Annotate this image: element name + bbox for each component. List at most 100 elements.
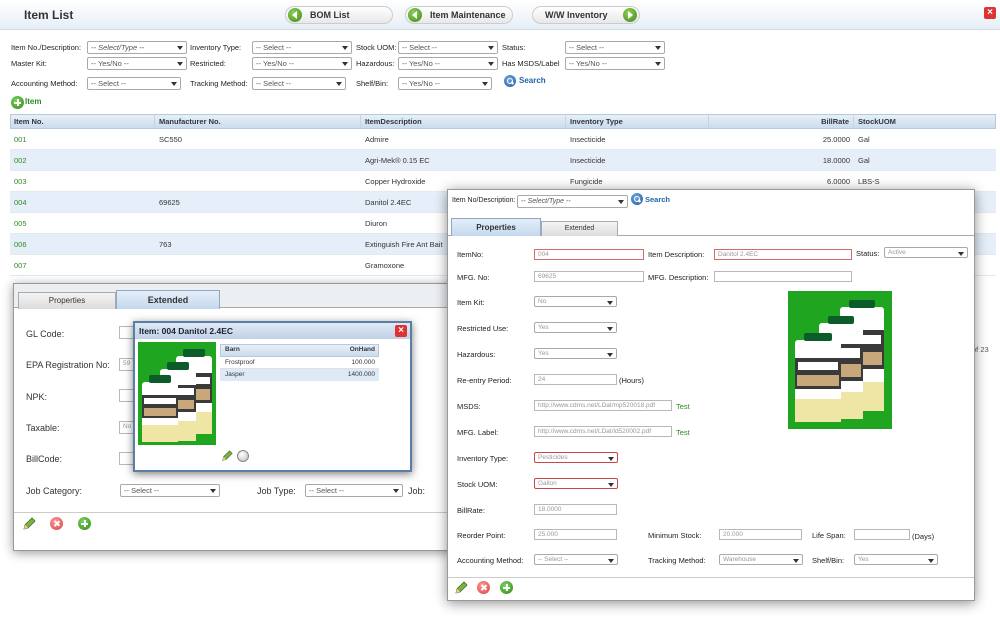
filter-shelf-select[interactable]: -- Yes/No -- <box>398 77 492 90</box>
inventory-type-select[interactable]: Pesticides <box>534 452 618 463</box>
filter-master-kit-select[interactable]: -- Yes/No -- <box>87 57 187 70</box>
status-select[interactable]: Active <box>884 247 968 258</box>
arrow-left-icon <box>288 8 302 22</box>
stock-uom-cell: Gal <box>858 156 870 165</box>
bom-list-button[interactable]: BOM List <box>285 6 393 24</box>
mfg-label-input[interactable]: http://www.cdms.net/LDat/ld520002.pdf <box>534 426 672 437</box>
page-title: Item List <box>24 8 74 22</box>
edit-icon[interactable] <box>22 517 36 531</box>
delete-icon[interactable] <box>477 581 490 594</box>
filter-stock-uom-select[interactable]: -- Select -- <box>398 41 498 54</box>
gl-code-label: GL Code: <box>26 329 65 339</box>
search-icon[interactable] <box>631 193 643 205</box>
reorder-point-label: Reorder Point: <box>457 531 506 540</box>
onhand-cell: 1400.000 <box>347 371 375 378</box>
popup-title: Item: 004 Danitol 2.4EC <box>139 326 234 336</box>
filter-hazardous-select[interactable]: -- Yes/No -- <box>398 57 498 70</box>
item-description-input[interactable]: Danitol 2.4EC <box>714 249 852 260</box>
billrate-input[interactable]: 18.0000 <box>534 504 617 515</box>
col-onhand: OnHand <box>349 346 375 353</box>
search-icon[interactable] <box>504 75 516 87</box>
life-span-input[interactable] <box>854 529 910 540</box>
col-stock-uom[interactable]: StockUOM <box>854 114 996 129</box>
mfg-label-test-link[interactable]: Test <box>676 428 690 437</box>
tab-properties[interactable]: Properties <box>18 292 116 309</box>
msds-test-link[interactable]: Test <box>676 402 690 411</box>
restricted-use-select[interactable]: Yes <box>534 322 617 333</box>
item-kit-select[interactable]: No <box>534 296 617 307</box>
life-span-unit: (Days) <box>912 532 935 541</box>
item-no-cell[interactable]: 001 <box>10 129 155 150</box>
add-item-icon[interactable] <box>11 96 24 109</box>
item-no-cell[interactable]: 004 <box>10 192 155 213</box>
table-row[interactable]: 001 SC550 Admire Insecticide 25.0000 Gal <box>10 129 996 150</box>
add-item-button[interactable]: Item <box>25 97 41 106</box>
table-row[interactable]: 002 Agri-Mek® 0.15 EC Insecticide 18.0000 Ga… <box>10 150 996 171</box>
item-search-label: Item No/Description: <box>452 197 516 204</box>
item-no-cell[interactable]: 005 <box>10 213 155 234</box>
edit-icon[interactable] <box>454 581 468 595</box>
filter-inventory-type-select[interactable]: -- Select -- <box>252 41 352 54</box>
item-no-cell[interactable]: 007 <box>10 255 155 276</box>
col-inventory-type[interactable]: Inventory Type <box>566 114 709 129</box>
filter-status-select[interactable]: -- Select -- <box>565 41 665 54</box>
item-description-cell: Agri-Mek® 0.15 EC <box>365 156 430 165</box>
ww-inventory-button[interactable]: W/W Inventory <box>532 6 640 24</box>
mfg-no-input[interactable]: 69625 <box>534 271 644 282</box>
search-button[interactable]: Search <box>519 76 546 85</box>
add-icon[interactable] <box>78 517 91 530</box>
popup-close-icon[interactable]: × <box>395 325 407 337</box>
item-popup: Item: 004 Danitol 2.4EC × Barn OnHand Fr… <box>133 321 412 472</box>
reentry-input[interactable]: 24 <box>534 374 617 385</box>
mfg-description-input[interactable] <box>714 271 852 282</box>
item-no-cell[interactable]: 003 <box>10 171 155 192</box>
barn-cell: Frostproof <box>225 359 255 366</box>
filter-accounting-select[interactable]: -- Select -- <box>87 77 181 90</box>
tab-properties[interactable]: Properties <box>451 218 541 236</box>
item-no-input[interactable]: 004 <box>534 249 644 260</box>
hazardous-label: Hazardous: <box>457 350 496 359</box>
close-icon[interactable]: × <box>984 7 996 19</box>
item-search-select[interactable]: -- Select/Type -- <box>517 195 628 208</box>
billrate-cell: 25.0000 <box>822 135 850 144</box>
history-icon[interactable] <box>237 450 249 462</box>
filter-tracking-label: Tracking Method: <box>190 79 248 88</box>
minimum-stock-input[interactable]: 20.000 <box>719 529 802 540</box>
col-barn: Barn <box>225 346 240 353</box>
msds-input[interactable]: http://www.cdms.net/LDat/mp520018.pdf <box>534 400 672 411</box>
item-no-cell[interactable]: 006 <box>10 234 155 255</box>
hazardous-select[interactable]: Yes <box>534 348 617 359</box>
shelf-bin-select[interactable]: Yes <box>854 554 938 565</box>
manufacturer-no-cell: SC550 <box>159 135 182 144</box>
tracking-method-select[interactable]: Warehouse <box>719 554 803 565</box>
accounting-method-select[interactable]: -- Select -- <box>534 554 618 565</box>
col-manufacturer-no[interactable]: Manufacturer No. <box>155 114 361 129</box>
inventory-type-cell: Insecticide <box>570 156 606 165</box>
tab-extended[interactable]: Extended <box>116 290 220 309</box>
stock-uom-select[interactable]: Gallon <box>534 478 618 489</box>
col-billrate[interactable]: BillRate <box>709 114 854 129</box>
reorder-point-input[interactable]: 25.000 <box>534 529 617 540</box>
filter-restricted-select[interactable]: -- Yes/No -- <box>252 57 352 70</box>
tab-extended[interactable]: Extended <box>541 221 618 236</box>
manufacturer-no-cell: 69625 <box>159 198 180 207</box>
col-item-description[interactable]: ItemDescription <box>361 114 566 129</box>
divider <box>448 577 974 578</box>
col-item-no[interactable]: Item No. <box>10 114 155 129</box>
filter-restricted-label: Restricted: <box>190 59 226 68</box>
item-no-cell[interactable]: 002 <box>10 150 155 171</box>
job-type-select[interactable]: -- Select -- <box>305 484 403 497</box>
add-icon[interactable] <box>500 581 513 594</box>
mfg-no-label: MFG. No: <box>457 273 490 282</box>
item-maintenance-button[interactable]: Item Maintenance <box>405 6 513 24</box>
job-label: Job: <box>408 486 426 496</box>
delete-icon[interactable] <box>50 517 63 530</box>
filter-msds-select[interactable]: -- Yes/No -- <box>565 57 665 70</box>
filter-item-no-select[interactable]: -- Select/Type -- <box>87 41 187 54</box>
filter-tracking-select[interactable]: -- Select -- <box>252 77 346 90</box>
edit-icon[interactable] <box>221 450 233 462</box>
billrate-cell: 18.0000 <box>822 156 850 165</box>
accounting-method-label: Accounting Method: <box>457 556 524 565</box>
job-category-select[interactable]: -- Select -- <box>120 484 220 497</box>
panel-search-button[interactable]: Search <box>645 195 670 204</box>
